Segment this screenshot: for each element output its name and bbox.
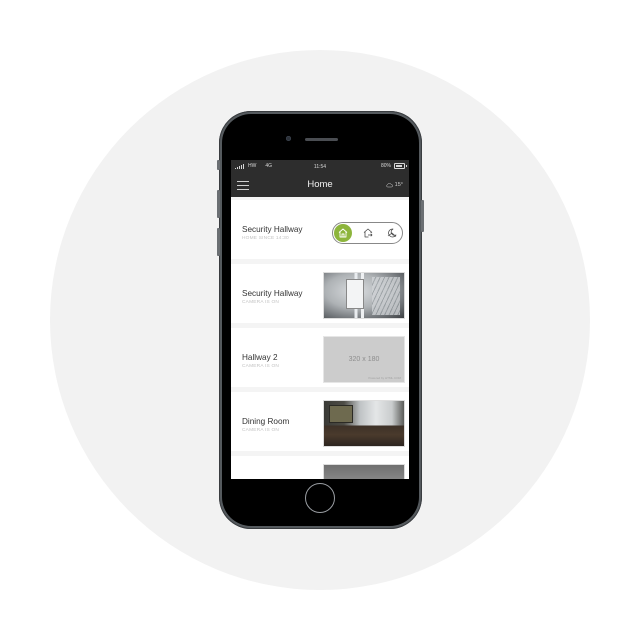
mute-switch <box>217 160 220 170</box>
mode-home-button[interactable] <box>334 224 352 242</box>
temperature-label: 15° <box>394 182 403 188</box>
volume-down-button <box>217 228 220 256</box>
page-title: Home <box>307 179 333 190</box>
camera-thumbnail[interactable] <box>323 272 405 319</box>
card-subtitle: CAMERA IS ON <box>242 428 280 433</box>
dining-painting-image <box>329 405 353 423</box>
app-screen: HW 4G 11:54 80% Home 15° Security Hallwa… <box>231 160 409 479</box>
card-subtitle: CAMERA IS ON <box>242 364 280 369</box>
camera-thumbnail-placeholder[interactable]: 320 x 180 Powered by HTML.COM <box>323 336 405 383</box>
power-button <box>421 200 424 232</box>
mode-away-button[interactable] <box>359 224 377 242</box>
battery-percent: 80% <box>380 163 391 169</box>
mode-night-button[interactable] <box>383 224 401 242</box>
front-camera <box>286 136 291 141</box>
weather-widget[interactable]: 15° <box>386 182 403 188</box>
status-bar: HW 4G 11:54 80% <box>231 160 409 173</box>
placeholder-size-text: 320 x 180 <box>348 356 380 363</box>
card-title: Hallway 2 <box>242 353 278 362</box>
camera-thumbnail[interactable] <box>323 464 405 479</box>
security-mode-card[interactable]: Security Hallway HOME SINCE 14:30 <box>231 200 409 259</box>
card-title: Security Hallway <box>242 289 303 298</box>
volume-up-button <box>217 190 220 218</box>
card-subtitle: CAMERA IS ON <box>242 300 280 305</box>
night-icon <box>387 228 397 238</box>
card-title: Dining Room <box>242 417 290 426</box>
away-icon <box>363 228 373 238</box>
camera-thumbnail[interactable] <box>323 400 405 447</box>
camera-card[interactable] <box>231 456 409 479</box>
home-button[interactable] <box>305 483 335 513</box>
hallway-stair-image <box>372 277 400 315</box>
device-list: Security Hallway HOME SINCE 14:30 Securi… <box>231 197 409 479</box>
nav-bar: Home 15° <box>231 173 409 197</box>
camera-card[interactable]: Hallway 2 CAMERA IS ON 320 x 180 Powered… <box>231 328 409 387</box>
hallway-door-image <box>346 279 364 309</box>
placeholder-caption: Powered by HTML.COM <box>368 376 401 380</box>
home-icon <box>338 228 348 238</box>
camera-card[interactable]: Dining Room CAMERA IS ON <box>231 392 409 451</box>
battery-icon <box>394 163 407 169</box>
earpiece-speaker <box>305 138 338 141</box>
card-subtitle: HOME SINCE 14:30 <box>242 236 289 241</box>
card-title: Security Hallway <box>242 225 303 234</box>
cloud-icon <box>386 183 393 188</box>
camera-card[interactable]: Security Hallway CAMERA IS ON <box>231 264 409 323</box>
security-mode-switch <box>332 222 403 244</box>
